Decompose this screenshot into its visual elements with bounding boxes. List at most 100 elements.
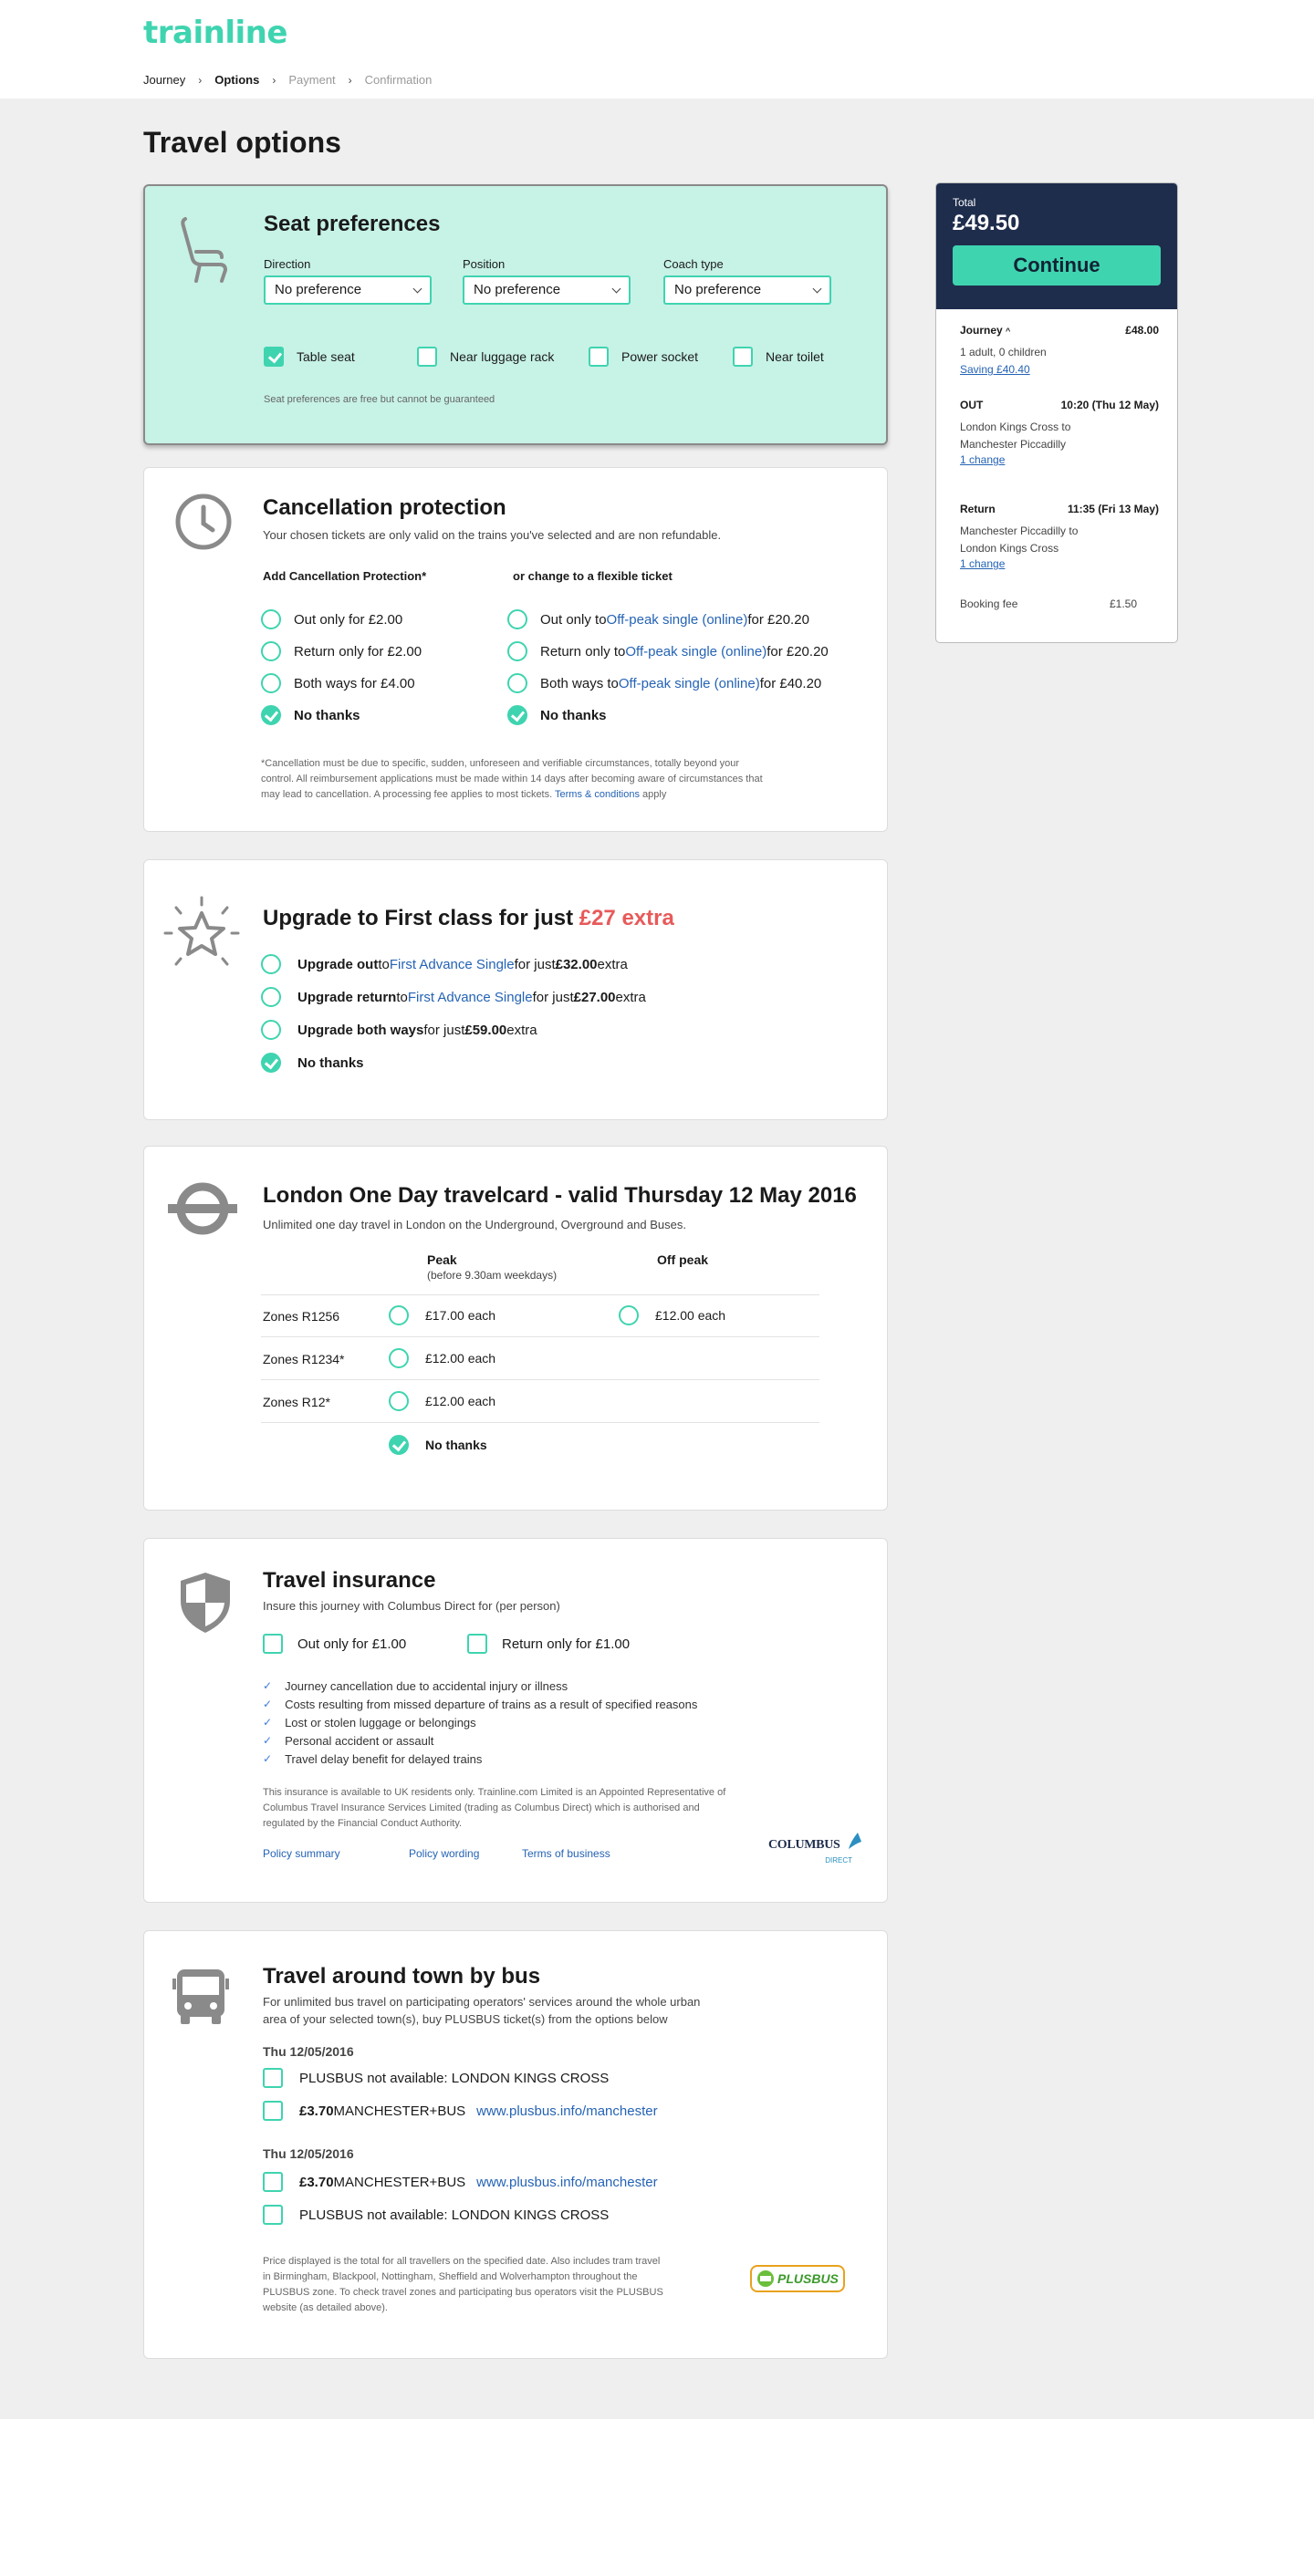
bus-na-option[interactable]: PLUSBUS not available: LONDON KINGS CROS…	[263, 2068, 609, 2088]
seat-title: Seat preferences	[264, 212, 441, 236]
upgrade-both-option[interactable]: Upgrade both ways for just £59.00 extra	[261, 1020, 537, 1040]
check-icon: ✓	[263, 1679, 273, 1692]
crumb-journey[interactable]: Journey	[143, 73, 185, 87]
radio[interactable]	[507, 641, 527, 661]
benefit-item: ✓ Lost or stolen luggage or belongings	[263, 1716, 476, 1729]
upgrade-out-option[interactable]: Upgrade out to First Advance Single for …	[261, 954, 628, 974]
off-peak-link[interactable]: Off-peak single (online)	[625, 644, 766, 660]
power-socket-checkbox[interactable]: Power socket	[589, 347, 698, 367]
table-seat-checkbox[interactable]: Table seat	[264, 347, 355, 367]
return-change-link[interactable]: 1 change	[960, 557, 1005, 570]
zone1-offpeak-option[interactable]: £12.00 each	[619, 1305, 725, 1325]
checkbox-checked[interactable]	[264, 347, 284, 367]
cancellation-card: Cancellation protection Your chosen tick…	[143, 467, 888, 832]
radio-selected[interactable]	[389, 1435, 409, 1455]
coach-type-select[interactable]: No preference	[663, 275, 831, 305]
cancellation-title: Cancellation protection	[263, 495, 506, 520]
header: trainline Journey › Options › Payment › Con…	[0, 0, 1314, 99]
flex-no-thanks-option[interactable]: No thanks	[507, 705, 607, 725]
radio[interactable]	[389, 1348, 409, 1368]
first-advance-link[interactable]: First Advance Single	[408, 990, 533, 1005]
cancel-out-option[interactable]: Out only for £2.00	[261, 609, 402, 629]
upgrade-price: £27 extra	[579, 906, 674, 930]
checkbox[interactable]	[417, 347, 437, 367]
continue-button[interactable]: Continue	[953, 245, 1161, 286]
upgrade-no-thanks-option[interactable]: No thanks	[261, 1053, 364, 1073]
radio-selected[interactable]	[261, 1053, 281, 1073]
cancel-no-thanks-option[interactable]: No thanks	[261, 705, 360, 725]
direction-select[interactable]: No preference	[264, 275, 432, 305]
saving-link[interactable]: Saving £40.40	[960, 363, 1030, 376]
radio[interactable]	[507, 609, 527, 629]
radio[interactable]	[261, 609, 281, 629]
sail-icon	[849, 1833, 861, 1849]
cancel-note: *Cancellation must be due to specific, s…	[261, 758, 763, 800]
near-luggage-checkbox[interactable]: Near luggage rack	[417, 347, 554, 367]
checkbox[interactable]	[589, 347, 609, 367]
cancellation-sub: Your chosen tickets are only valid on th…	[263, 528, 722, 542]
bus-manchester-option[interactable]: £3.70 MANCHESTER+BUS www.plusbus.info/man…	[263, 2101, 658, 2121]
return-time: 11:35 (Fri 13 May)	[1067, 503, 1159, 515]
radio[interactable]	[261, 673, 281, 693]
radio[interactable]	[261, 641, 281, 661]
peak-subheading: (before 9.30am weekdays)	[427, 1269, 558, 1282]
radio-selected[interactable]	[261, 705, 281, 725]
radio[interactable]	[507, 673, 527, 693]
policy-wording-link[interactable]: Policy wording	[409, 1847, 479, 1860]
radio[interactable]	[619, 1305, 639, 1325]
near-toilet-checkbox[interactable]: Near toilet	[733, 347, 824, 367]
bus-date: Thu 12/05/2016	[263, 2146, 354, 2161]
direction-label: Direction	[264, 257, 311, 271]
upgrade-return-option[interactable]: Upgrade return to First Advance Single f…	[261, 987, 646, 1007]
radio[interactable]	[389, 1391, 409, 1411]
first-advance-link[interactable]: First Advance Single	[390, 957, 515, 972]
booking-fee-label: Booking fee	[960, 597, 1018, 610]
bus-manchester-option[interactable]: £3.70 MANCHESTER+BUS www.plusbus.info/man…	[263, 2172, 658, 2192]
off-peak-link[interactable]: Off-peak single (online)	[607, 612, 748, 628]
journey-toggle[interactable]: Journey ^	[960, 324, 1010, 337]
checkbox[interactable]	[263, 2205, 283, 2225]
zone1-peak-option[interactable]: £17.00 each	[389, 1305, 495, 1325]
check-icon: ✓	[263, 1716, 273, 1729]
radio[interactable]	[261, 987, 281, 1007]
breadcrumb: Journey › Options › Payment › Confirmation	[143, 73, 432, 87]
checkbox[interactable]	[733, 347, 753, 367]
cancel-return-option[interactable]: Return only for £2.00	[261, 641, 422, 661]
check-icon: ✓	[263, 1698, 273, 1710]
cancel-both-option[interactable]: Both ways for £4.00	[261, 673, 415, 693]
radio-selected[interactable]	[507, 705, 527, 725]
checkbox[interactable]	[467, 1634, 487, 1654]
seat-note: Seat preferences are free but cannot be …	[264, 394, 495, 405]
policy-summary-link[interactable]: Policy summary	[263, 1847, 340, 1860]
bus-icon	[172, 1969, 229, 2024]
travelcard-no-thanks-option[interactable]: No thanks	[389, 1435, 487, 1455]
radio[interactable]	[389, 1305, 409, 1325]
insurance-out-checkbox[interactable]: Out only for £1.00	[263, 1634, 406, 1654]
radio[interactable]	[261, 954, 281, 974]
benefit-item: ✓ Travel delay benefit for delayed trains	[263, 1752, 483, 1766]
off-peak-link[interactable]: Off-peak single (online)	[619, 676, 760, 691]
checkbox[interactable]	[263, 1634, 283, 1654]
plusbus-link[interactable]: www.plusbus.info/manchester	[476, 2103, 657, 2119]
checkbox[interactable]	[263, 2068, 283, 2088]
bus-na-option[interactable]: PLUSBUS not available: LONDON KINGS CROS…	[263, 2205, 609, 2225]
main: Travel options Seat preferences Directio…	[0, 99, 1314, 2419]
order-summary: Total £49.50 Continue Journey ^ £48.00 1…	[935, 182, 1178, 643]
checkbox[interactable]	[263, 2101, 283, 2121]
position-select[interactable]: No preference	[463, 275, 631, 305]
seat-preferences-card: Seat preferences Direction Position Coac…	[143, 184, 888, 445]
checkbox[interactable]	[263, 2172, 283, 2192]
terms-link[interactable]: Terms & conditions	[555, 789, 640, 800]
plusbus-link[interactable]: www.plusbus.info/manchester	[476, 2175, 657, 2190]
zone3-peak-option[interactable]: £12.00 each	[389, 1391, 495, 1411]
radio[interactable]	[261, 1020, 281, 1040]
flex-out-option[interactable]: Out only to Off-peak single (online) for…	[507, 609, 809, 629]
add-protection-heading: Add Cancellation Protection*	[263, 569, 427, 583]
terms-of-business-link[interactable]: Terms of business	[522, 1847, 610, 1860]
flex-both-option[interactable]: Both ways to Off-peak single (online) fo…	[507, 673, 821, 693]
insurance-return-checkbox[interactable]: Return only for £1.00	[467, 1634, 630, 1654]
out-change-link[interactable]: 1 change	[960, 453, 1005, 466]
trainline-logo[interactable]: trainline	[143, 15, 287, 51]
zone2-peak-option[interactable]: £12.00 each	[389, 1348, 495, 1368]
flex-return-option[interactable]: Return only to Off-peak single (online) …	[507, 641, 829, 661]
